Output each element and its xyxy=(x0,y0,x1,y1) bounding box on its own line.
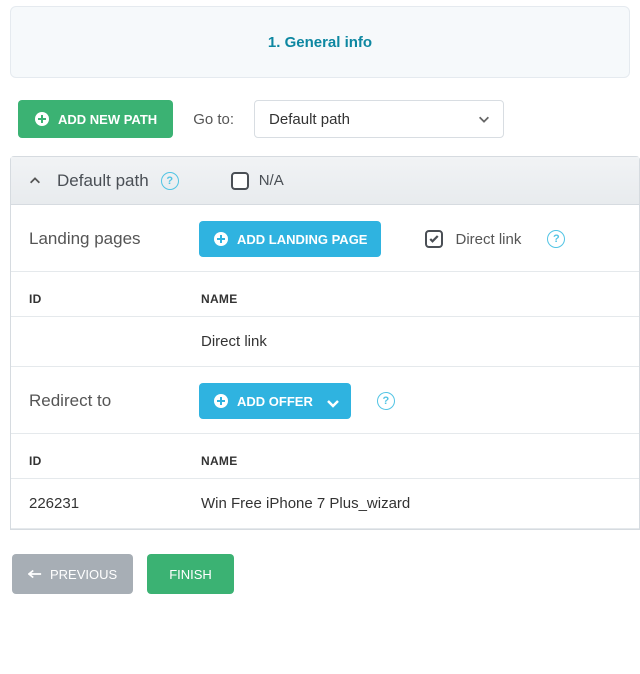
goto-selected-value: Default path xyxy=(269,111,350,128)
add-new-path-label: ADD NEW PATH xyxy=(58,112,157,127)
help-icon[interactable]: ? xyxy=(547,230,565,248)
plus-circle-icon xyxy=(34,111,50,127)
add-offer-button[interactable]: ADD OFFER xyxy=(199,383,351,419)
goto-label: Go to: xyxy=(193,111,234,128)
path-panel-header: Default path ? N/A xyxy=(11,157,639,205)
finish-button[interactable]: FINISH xyxy=(147,554,234,594)
na-label: N/A xyxy=(259,172,284,189)
add-landing-page-button[interactable]: ADD LANDING PAGE xyxy=(199,221,381,257)
cell-id: 226231 xyxy=(29,495,201,512)
table-row: 226231 Win Free iPhone 7 Plus_wizard xyxy=(11,479,639,529)
collapse-toggle[interactable] xyxy=(25,171,45,191)
offers-table-header: ID NAME xyxy=(11,434,639,479)
previous-label: PREVIOUS xyxy=(50,567,117,582)
col-name-header: NAME xyxy=(201,454,621,468)
help-icon[interactable]: ? xyxy=(161,172,179,190)
cell-name: Direct link xyxy=(201,333,621,350)
direct-link-label: Direct link xyxy=(455,231,521,248)
path-title: Default path xyxy=(57,171,149,191)
add-landing-page-label: ADD LANDING PAGE xyxy=(237,232,367,247)
redirect-label: Redirect to xyxy=(29,391,179,411)
wizard-tabs: 1. General info xyxy=(10,6,630,78)
na-group: N/A xyxy=(231,172,284,190)
direct-link-checkbox[interactable] xyxy=(425,230,443,248)
default-path-panel: Default path ? N/A Landing pages ADD LAN… xyxy=(10,156,640,530)
cell-name: Win Free iPhone 7 Plus_wizard xyxy=(201,495,621,512)
finish-label: FINISH xyxy=(169,567,212,582)
plus-circle-icon xyxy=(213,393,229,409)
add-offer-label: ADD OFFER xyxy=(237,394,313,409)
chevron-down-icon xyxy=(325,395,337,407)
add-new-path-button[interactable]: ADD NEW PATH xyxy=(18,100,173,138)
plus-circle-icon xyxy=(213,231,229,247)
chevron-down-icon xyxy=(477,112,491,126)
na-checkbox[interactable] xyxy=(231,172,249,190)
wizard-footer: PREVIOUS FINISH xyxy=(0,530,640,594)
direct-link-group: Direct link ? xyxy=(425,230,565,248)
help-icon[interactable]: ? xyxy=(377,392,395,410)
previous-button[interactable]: PREVIOUS xyxy=(12,554,133,594)
arrow-left-icon xyxy=(28,569,42,579)
landing-pages-section: Landing pages ADD LANDING PAGE Direct li… xyxy=(11,205,639,272)
col-id-header: ID xyxy=(29,292,201,306)
landing-pages-label: Landing pages xyxy=(29,229,179,249)
goto-select[interactable]: Default path xyxy=(254,100,504,138)
tab-general-info[interactable]: 1. General info xyxy=(268,34,372,51)
redirect-section: Redirect to ADD OFFER ? xyxy=(11,367,639,434)
toolbar: ADD NEW PATH Go to: Default path xyxy=(0,78,640,156)
col-name-header: NAME xyxy=(201,292,621,306)
landing-pages-table-header: ID NAME xyxy=(11,272,639,317)
table-row: Direct link xyxy=(11,317,639,367)
col-id-header: ID xyxy=(29,454,201,468)
